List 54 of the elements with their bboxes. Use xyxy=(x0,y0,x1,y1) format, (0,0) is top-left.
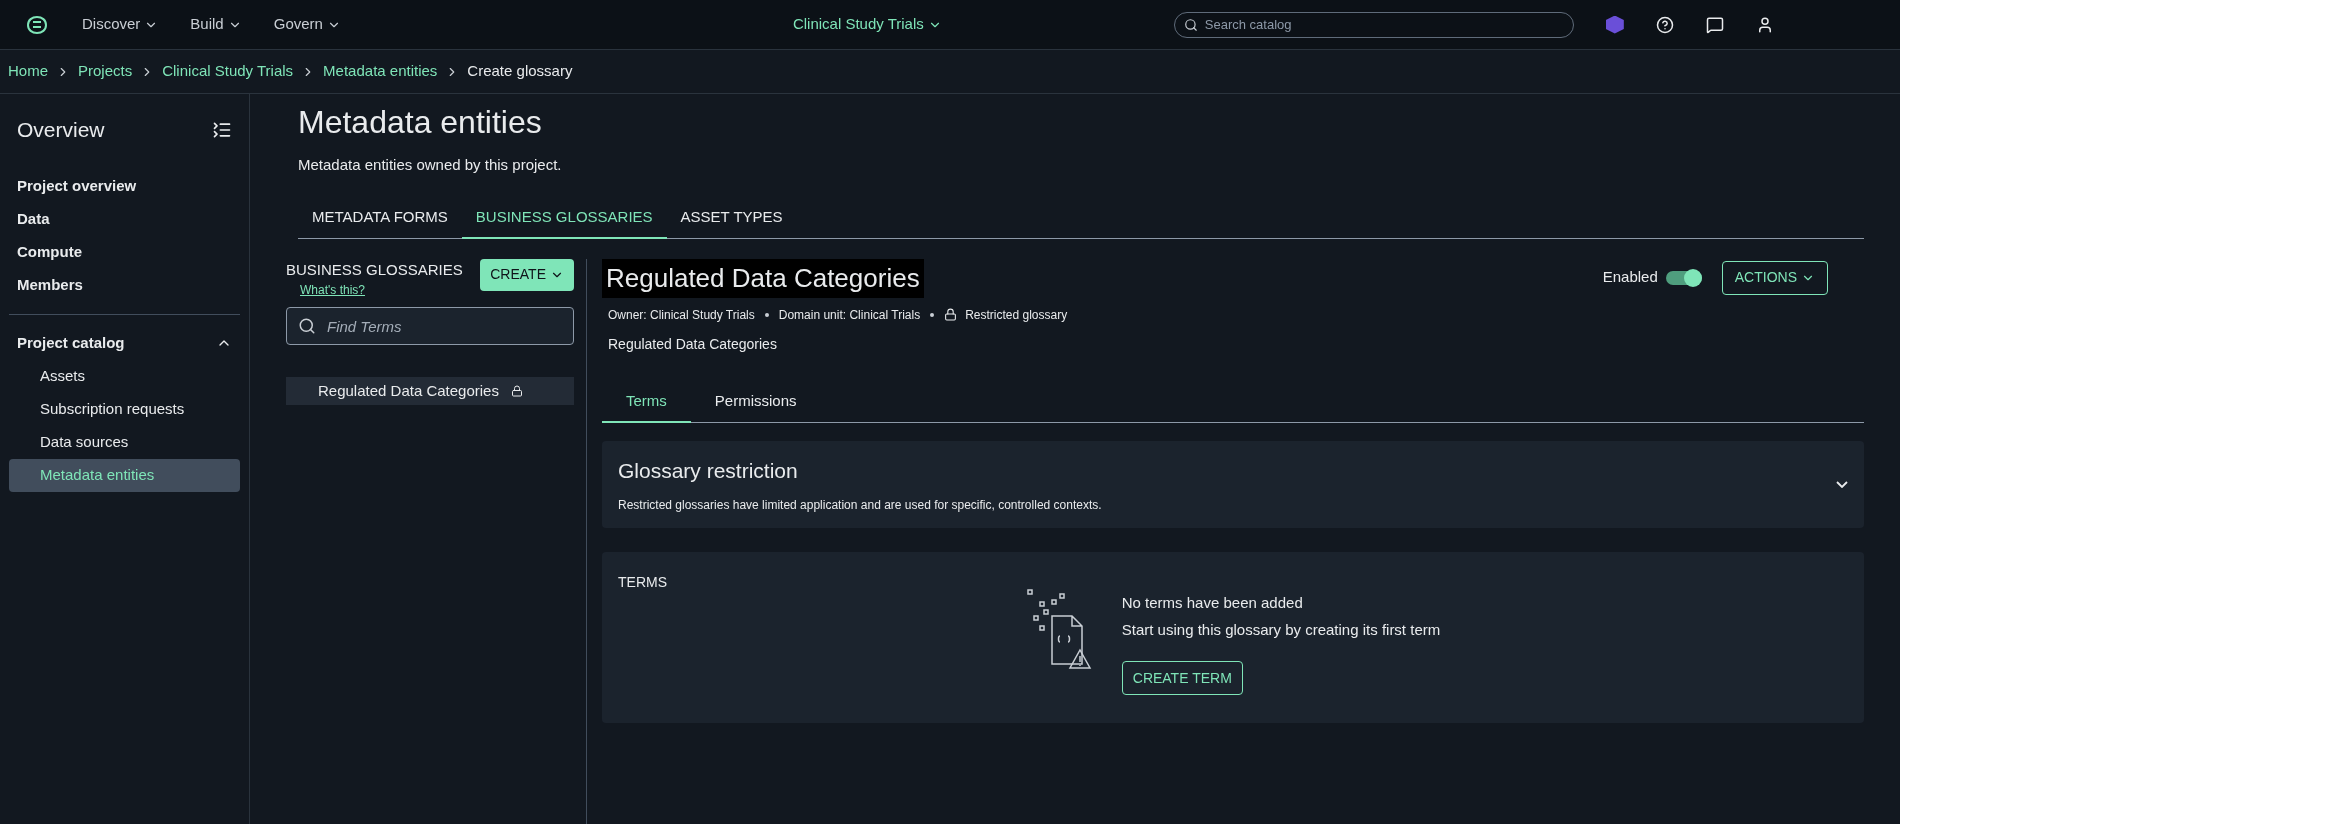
glossaries-heading: BUSINESS GLOSSARIES xyxy=(286,259,463,280)
chevron-down-icon xyxy=(1836,480,1848,488)
help-icon[interactable] xyxy=(1655,15,1674,34)
owner-label: Owner: Clinical Study Trials xyxy=(608,306,755,324)
lock-icon xyxy=(944,308,958,321)
sidebar-item[interactable]: Metadata entities xyxy=(9,458,240,492)
tab[interactable]: Terms xyxy=(602,382,691,423)
project-selector[interactable]: Clinical Study Trials xyxy=(792,13,942,36)
search-icon xyxy=(298,317,316,335)
sidebar-item[interactable]: Data xyxy=(9,202,240,236)
page-title: Metadata entities xyxy=(298,103,543,142)
breadcrumb-link[interactable]: Metadata entities xyxy=(323,60,438,83)
sidebar-item[interactable]: Data sources xyxy=(9,425,240,459)
create-term-button[interactable]: CREATE TERM xyxy=(1121,661,1243,695)
empty-text: Start using this glossary by creating its first term xyxy=(1121,619,1441,640)
search-field[interactable]: Search catalog xyxy=(1173,11,1574,38)
sidebar-item[interactable]: Compute xyxy=(9,235,240,269)
search-field[interactable]: Find Terms xyxy=(286,307,574,345)
actions-button[interactable]: ACTIONS xyxy=(1721,260,1828,295)
create-button[interactable]: CREATE xyxy=(480,258,574,291)
tab[interactable]: Permissions xyxy=(690,382,821,423)
nav-menu[interactable]: Discover xyxy=(82,13,159,36)
breadcrumb-link[interactable]: Projects xyxy=(78,60,133,83)
restriction-label: Restricted glossary xyxy=(965,306,1068,324)
sidebar-title: Overview xyxy=(17,117,105,143)
sidebar-item[interactable]: Members xyxy=(9,268,240,302)
terms-heading: TERMS xyxy=(618,574,667,590)
sidebar-item[interactable]: Assets xyxy=(9,359,240,393)
glossary-item[interactable]: Regulated Data Categories xyxy=(286,377,574,405)
search-icon xyxy=(1183,17,1198,32)
help-link[interactable]: What's this? xyxy=(300,281,463,299)
tab[interactable]: METADATA FORMS xyxy=(298,198,462,239)
enabled-label: Enabled xyxy=(1602,267,1658,288)
expand-toggle[interactable] xyxy=(1836,480,1848,488)
sidebar-section-toggle[interactable]: Project catalog xyxy=(9,326,240,360)
tab[interactable]: BUSINESS GLOSSARIES xyxy=(461,198,667,239)
nav-menu[interactable]: Govern xyxy=(273,13,341,36)
breadcrumb-link[interactable]: Clinical Study Trials xyxy=(162,60,294,83)
glossary-description: Regulated Data Categories xyxy=(607,334,778,354)
logo-icon xyxy=(24,13,50,36)
glossary-title: Regulated Data Categories xyxy=(602,258,924,298)
tab[interactable]: ASSET TYPES xyxy=(666,198,797,239)
chat-icon[interactable] xyxy=(1705,15,1724,34)
empty-title: No terms have been added xyxy=(1121,593,1303,613)
sidebar-item[interactable]: Subscription requests xyxy=(9,392,240,426)
nav-menu[interactable]: Build xyxy=(190,13,242,36)
panel-title: Glossary restriction xyxy=(618,457,799,484)
enabled-toggle[interactable] xyxy=(1665,270,1702,285)
panel-text: Restricted glossaries have limited application and are used for specific, controlled contexts. xyxy=(618,497,1102,514)
sidebar-item[interactable]: Project overview xyxy=(9,169,240,203)
collapse-icon[interactable] xyxy=(212,119,232,140)
domain-label: Domain unit: Clinical Trials xyxy=(778,306,921,324)
page-description: Metadata entities owned by this project. xyxy=(298,155,563,175)
breadcrumb-link[interactable]: Home xyxy=(8,60,48,83)
